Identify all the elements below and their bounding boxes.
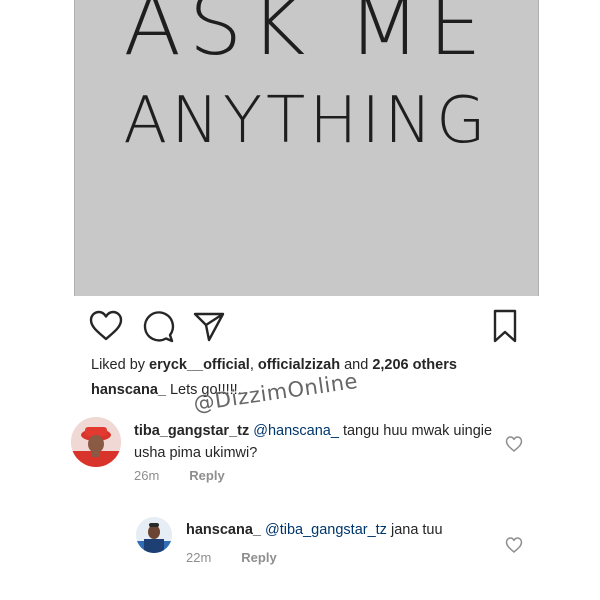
avatar[interactable] [71, 417, 121, 467]
liker-username-1[interactable]: eryck__official [149, 357, 250, 373]
comment-meta: 22m Reply [186, 550, 277, 565]
comment-time: 22m [186, 550, 212, 565]
comment-icon[interactable] [140, 308, 176, 344]
comment-mention[interactable]: @tiba_gangstar_tz [265, 522, 387, 538]
reply-button[interactable]: Reply [241, 550, 276, 565]
likes-separator: , [249, 357, 258, 373]
caption-username[interactable]: hanscana_ [91, 382, 166, 398]
share-icon[interactable] [191, 308, 227, 344]
bookmark-icon[interactable] [487, 308, 523, 344]
avatar[interactable] [136, 517, 172, 553]
reply-button[interactable]: Reply [189, 468, 224, 483]
comment-text: jana tuu [386, 522, 443, 538]
heart-icon[interactable] [504, 434, 524, 454]
post-action-bar [0, 308, 600, 348]
watermark: @DizzimOnline [192, 368, 360, 416]
post-image-text-line1: ASK ME [123, 0, 490, 74]
reply-body: hanscana_ @tiba_gangstar_tz jana tuu [186, 519, 443, 541]
likes-others-count[interactable]: 2,206 others [372, 357, 457, 373]
heart-icon[interactable] [88, 308, 124, 344]
comment-username[interactable]: tiba_gangstar_tz [134, 423, 249, 439]
likes-summary: Liked by eryck__official, officialzizah … [91, 357, 457, 373]
comment-time: 26m [134, 468, 160, 483]
comment-body: tiba_gangstar_tz @hanscana_ tangu huu mw… [134, 420, 494, 464]
comment-mention[interactable]: @hanscana_ [253, 423, 339, 439]
comment-meta: 26m Reply [134, 468, 225, 483]
post-image-text-line2: ANYTHING [123, 84, 490, 158]
comment-username[interactable]: hanscana_ [186, 522, 261, 538]
liker-username-2[interactable]: officialzizah [258, 357, 340, 373]
post-image[interactable]: ASK ME ANYTHING [74, 0, 539, 296]
heart-icon[interactable] [504, 535, 524, 555]
likes-prefix: Liked by [91, 357, 150, 373]
